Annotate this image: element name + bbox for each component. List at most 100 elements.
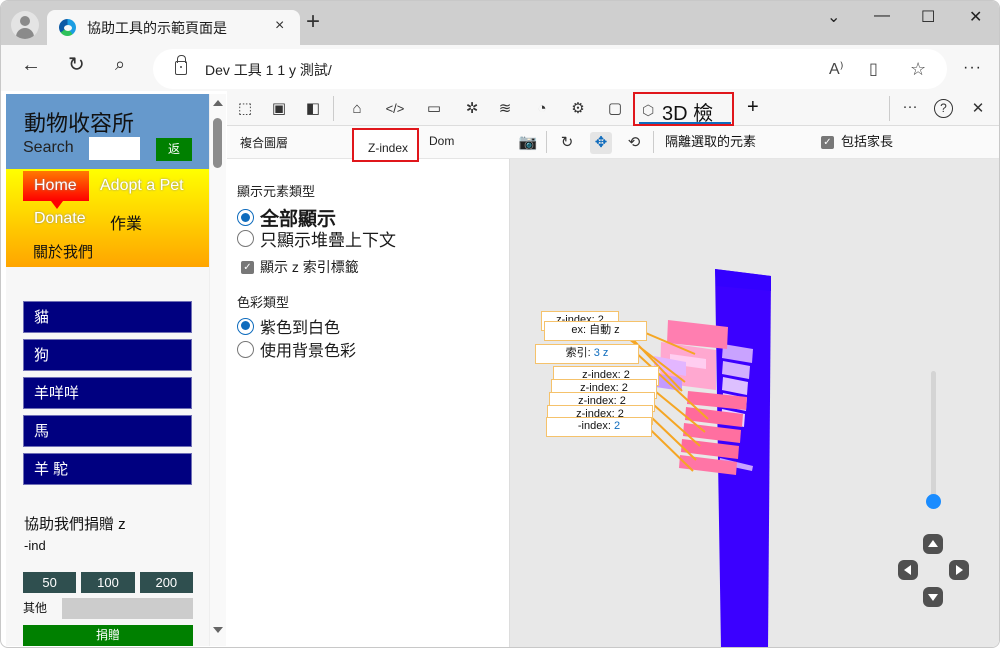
favorite-star-icon[interactable]: ☆ (910, 59, 926, 80)
dock-icon[interactable]: ◧ (303, 99, 323, 119)
refresh-button[interactable]: ↻ (68, 55, 85, 75)
donate-subtext: -ind (24, 538, 46, 553)
radio-selected-icon[interactable] (237, 209, 254, 226)
zindex-label[interactable]: 索引: 3 z (535, 344, 639, 364)
welcome-home-icon[interactable]: ⌂ (347, 99, 367, 119)
lock-icon[interactable] (175, 55, 187, 75)
browser-window: 協助工具的示範頁面是 × + ⌄ — ☐ ✕ ← ↻ ⌕ Dev 工具 1 1 … (0, 0, 1000, 648)
browser-menu-button[interactable]: ··· (963, 59, 982, 77)
3d-options-pane: 複合圖層 Z-index Dom 顯示元素類型 全部顯示 只顯示堆疊上下文 ✓ … (227, 126, 510, 647)
show-zindex-labels-label: 顯示 z 索引標籤 (260, 259, 359, 275)
site-nav: Home Adopt a Pet Donate 作業 關於我們 (6, 169, 209, 267)
browser-toolbar: ← ↻ ⌕ Dev 工具 1 1 y 測試/ A⁾ ▯ ☆ ··· (1, 45, 999, 91)
minimize-button[interactable]: — (874, 7, 890, 25)
tab-zindex[interactable]: Z-index (352, 128, 419, 162)
amount-100-button[interactable]: 100 (81, 572, 135, 593)
read-aloud-icon[interactable]: A⁾ (829, 59, 844, 79)
memory-chip-icon[interactable]: ⚙ (568, 99, 588, 119)
nav-home[interactable]: Home (34, 177, 77, 195)
pet-list: 貓 狗 羊咩咩 馬 羊 駝 (23, 301, 192, 491)
amount-50-button[interactable]: 50 (23, 572, 77, 593)
layer-base-page (715, 269, 771, 647)
performance-gauge-icon[interactable]: ◔ (532, 99, 552, 119)
nav-adopt[interactable]: Adopt a Pet (100, 177, 184, 195)
site-header: 動物收容所 Search 返 (6, 94, 209, 169)
tab-composited-layers[interactable]: 複合圖層 (240, 134, 288, 151)
tab-title: 協助工具的示範頁面是 (87, 20, 227, 36)
device-emulation-icon[interactable]: ▣ (269, 99, 289, 119)
back-button[interactable]: ← (21, 55, 41, 75)
pan-up-arrow-icon[interactable] (923, 534, 943, 554)
nav-donate[interactable]: Donate (34, 210, 86, 228)
radio-unselected-icon[interactable] (237, 230, 254, 247)
other-amount-input[interactable] (62, 598, 193, 619)
donate-button[interactable]: 捐贈 (23, 625, 193, 646)
more-tools-button[interactable]: + (747, 96, 759, 119)
3d-viewport[interactable]: 📷 ↻ ✥ ⟲ 隔離選取的元素 ✓ 包括家長 z-index: 2 ex: 自動… (510, 126, 999, 647)
tab-strip: 協助工具的示範頁面是 × + ⌄ — ☐ ✕ (1, 1, 999, 46)
search-button[interactable]: 返 (156, 138, 192, 161)
tab-dom[interactable]: Dom (429, 134, 454, 148)
network-wifi-icon[interactable]: ≋ (495, 99, 515, 119)
inspect-icon[interactable]: ⬚ (235, 99, 255, 119)
pet-item-alpaca[interactable]: 羊 駝 (23, 453, 192, 485)
pet-item-dog[interactable]: 狗 (23, 339, 192, 371)
nav-jobs[interactable]: 作業 (110, 210, 142, 234)
use-background-label: 使用背景色彩 (260, 343, 357, 360)
pan-left-arrow-icon[interactable] (898, 560, 918, 580)
elements-icon[interactable]: </> (385, 99, 405, 119)
immersive-reader-icon[interactable]: ▯ (869, 59, 878, 79)
customize-more-icon[interactable]: ··· (900, 97, 920, 117)
tab-3d-view[interactable]: ⬡ 3D 檢視 (633, 92, 734, 154)
zindex-label-value: 2 (613, 420, 621, 432)
pan-down-arrow-icon[interactable] (923, 587, 943, 607)
close-window-button[interactable]: ✕ (969, 7, 982, 27)
close-tab-icon[interactable]: × (275, 17, 284, 35)
search-label: Search (23, 139, 74, 156)
pet-item-sheep[interactable]: 羊咩咩 (23, 377, 192, 409)
sources-bug-icon[interactable]: ✲ (462, 99, 482, 119)
scroll-down-arrow-icon[interactable] (213, 627, 223, 633)
site-title: 動物收容所 (24, 111, 135, 136)
scroll-up-arrow-icon[interactable] (213, 100, 223, 106)
console-icon[interactable]: ▭ (424, 99, 444, 119)
radio-unselected-icon[interactable] (237, 340, 254, 358)
nav-about[interactable]: 關於我們 (33, 241, 93, 262)
show-stacking-radio[interactable]: 只顯示堆疊上下文 (237, 226, 396, 251)
color-type-label: 色彩類型 (237, 295, 290, 310)
address-bar[interactable]: Dev 工具 1 1 y 測試/ A⁾ ▯ ☆ (153, 49, 947, 89)
application-icon[interactable]: ▢ (605, 99, 625, 119)
search-icon[interactable]: ⌕ (115, 55, 125, 73)
purple-to-white-radio[interactable]: 紫色到白色 (237, 314, 340, 338)
tab-list-chevron-icon[interactable]: ⌄ (827, 7, 840, 27)
use-background-radio[interactable]: 使用背景色彩 (237, 337, 356, 361)
zindex-label-text: 索引: (565, 347, 594, 359)
zoom-slider-track[interactable] (931, 371, 936, 508)
help-icon[interactable]: ? (934, 99, 953, 118)
profile-icon[interactable] (11, 11, 39, 39)
zoom-slider-thumb[interactable] (926, 493, 941, 509)
scroll-thumb[interactable] (213, 118, 222, 168)
zindex-label[interactable]: -index: 2 (546, 417, 652, 437)
element-type-label: 顯示元素類型 (237, 184, 316, 199)
maximize-button[interactable]: ☐ (921, 7, 935, 27)
search-input[interactable] (89, 137, 140, 160)
checkbox-checked-icon[interactable]: ✓ (241, 260, 254, 274)
pan-right-arrow-icon[interactable] (949, 560, 969, 580)
radio-selected-icon[interactable] (237, 317, 254, 335)
page-scrollbar[interactable] (209, 94, 226, 646)
browser-tab[interactable]: 協助工具的示範頁面是 × (47, 10, 300, 46)
pet-item-cat[interactable]: 貓 (23, 301, 192, 333)
zindex-label[interactable]: ex: 自動 z (544, 321, 647, 341)
edge-logo-icon (59, 19, 76, 36)
devtools-panel: ⬚ ▣ ◧ ⌂ </> ▭ ✲ ≋ ◔ ⚙ ▢ ⬡ 3D 檢視 + ··· ? … (227, 91, 999, 647)
close-devtools-icon[interactable]: ✕ (968, 99, 988, 119)
new-tab-button[interactable]: + (306, 10, 320, 34)
pet-item-horse[interactable]: 馬 (23, 415, 192, 447)
url-text[interactable]: Dev 工具 1 1 y 測試/ (205, 60, 332, 80)
show-zindex-labels-checkbox[interactable]: ✓ 顯示 z 索引標籤 (241, 257, 359, 277)
3d-subtabs: 複合圖層 Z-index Dom (227, 126, 510, 162)
cube-icon: ⬡ (642, 102, 655, 118)
amount-buttons: 50 100 200 (23, 572, 193, 593)
amount-200-button[interactable]: 200 (139, 572, 193, 593)
